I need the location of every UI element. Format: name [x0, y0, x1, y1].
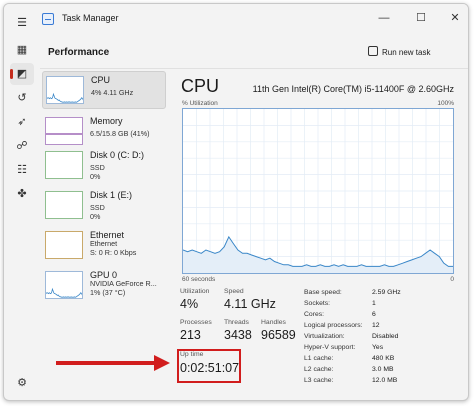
navigation-rail: ☰ ▦ ◩ ↺ ➶ ☍ ☷ ✤ ⚙ — [4, 4, 40, 400]
thumbnail-trace — [47, 92, 83, 103]
settings-icon[interactable]: ⚙ — [10, 372, 34, 394]
performance-icon[interactable]: ◩ — [10, 63, 34, 85]
window-title: Task Manager — [62, 13, 119, 23]
spec-value: Disabled — [372, 333, 399, 340]
utilization-axis-max: 100% — [437, 100, 454, 107]
task-manager-window: Task Manager — ☐ ✕ ☰ ▦ ◩ ↺ ➶ ☍ ☷ ✤ ⚙ Per… — [3, 3, 469, 401]
spec-label: Hyper-V support: — [304, 344, 356, 351]
spec-value: 12 — [372, 322, 380, 329]
task-manager-app-icon — [42, 13, 54, 25]
spec-label: Sockets: — [304, 300, 331, 307]
spec-value: 3.0 MB — [372, 366, 394, 373]
maximize-button[interactable]: ☐ — [406, 8, 436, 28]
resource-name: Memory — [90, 116, 123, 126]
cpu-thumbnail-graph — [46, 76, 84, 104]
resource-item-disk-1[interactable]: Disk 1 (E:) SSD 0% — [42, 187, 166, 225]
resource-item-memory[interactable]: Memory 6.5/15.8 GB (41%) — [42, 113, 166, 151]
annotation-arrow-head — [154, 355, 170, 371]
annotation-arrow-shaft — [56, 361, 156, 365]
minimize-button[interactable]: — — [369, 8, 399, 28]
spec-label: Logical processors: — [304, 322, 363, 329]
spec-value: 480 KB — [372, 355, 395, 362]
cpu-model-name: 11th Gen Intel(R) Core(TM) i5-11400F @ 2… — [252, 84, 454, 94]
resource-detail: Ethernet — [90, 239, 118, 248]
resource-detail: S: 0 R: 0 Kbps — [90, 248, 137, 257]
header-divider — [40, 68, 468, 69]
resource-detail: SSD — [90, 163, 105, 172]
speed-value: 4.11 GHz — [224, 297, 276, 311]
details-icon[interactable]: ☷ — [10, 159, 34, 181]
uptime-highlight-box — [177, 349, 241, 383]
app-history-icon[interactable]: ↺ — [10, 87, 34, 109]
resource-name: Disk 0 (C: D:) — [90, 150, 144, 160]
graph-time-end-label: 0 — [450, 276, 454, 283]
spec-value: Yes — [372, 344, 384, 351]
spec-label: L3 cache: — [304, 377, 334, 384]
graph-time-span-label: 60 seconds — [182, 276, 216, 283]
ethernet-thumbnail-graph — [45, 231, 83, 259]
utilization-axis-label: % Utilization — [182, 100, 218, 107]
spec-label: Cores: — [304, 311, 325, 318]
resource-detail: 0% — [90, 212, 101, 221]
close-button[interactable]: ✕ — [440, 8, 468, 28]
spec-value: 2.59 GHz — [372, 289, 401, 296]
memory-thumbnail-graph — [45, 117, 83, 145]
resource-name: CPU — [91, 75, 111, 85]
disk-0-thumbnail-graph — [45, 151, 83, 179]
cpu-heading: CPU — [181, 76, 220, 96]
spec-label: L1 cache: — [304, 355, 334, 362]
spec-value: 6 — [372, 311, 376, 318]
utilization-label: Utilization — [180, 288, 210, 295]
cpu-utilization-graph — [182, 108, 454, 274]
resource-item-cpu[interactable]: CPU 4% 4.11 GHz — [42, 71, 166, 109]
resource-detail: 1% (37 °C) — [90, 288, 126, 297]
resource-item-gpu-0[interactable]: GPU 0 NVIDIA GeForce R... 1% (37 °C) — [42, 267, 166, 305]
resource-detail: NVIDIA GeForce R... — [90, 279, 157, 288]
spec-label: L2 cache: — [304, 366, 334, 373]
spec-value: 12.0 MB — [372, 377, 398, 384]
resource-detail: 6.5/15.8 GB (41%) — [90, 129, 150, 138]
resource-item-ethernet[interactable]: Ethernet Ethernet S: 0 R: 0 Kbps — [42, 227, 166, 265]
startup-apps-icon[interactable]: ➶ — [10, 111, 34, 133]
resource-detail: SSD — [90, 203, 105, 212]
users-icon[interactable]: ☍ — [10, 135, 34, 157]
spec-label: Base speed: — [304, 289, 342, 296]
handles-value: 96589 — [261, 328, 296, 342]
run-task-icon — [368, 46, 378, 56]
resource-detail: 0% — [90, 172, 101, 181]
run-new-task-label: Run new task — [382, 48, 431, 57]
resource-detail: 4% 4.11 GHz — [91, 88, 134, 97]
resource-item-disk-0[interactable]: Disk 0 (C: D:) SSD 0% — [42, 147, 166, 185]
handles-label: Handles — [261, 319, 286, 326]
page-title: Performance — [48, 47, 110, 58]
cpu-graph-svg — [182, 109, 453, 273]
run-new-task-button[interactable]: Run new task — [368, 45, 430, 61]
processes-label: Processes — [180, 319, 212, 326]
spec-value: 1 — [372, 300, 376, 307]
title-bar: Task Manager — ☐ ✕ — [4, 4, 468, 34]
hamburger-menu-icon[interactable]: ☰ — [10, 12, 34, 34]
utilization-value: 4% — [180, 297, 199, 311]
threads-value: 3438 — [224, 328, 252, 342]
spec-label: Virtualization: — [304, 333, 345, 340]
disk-1-thumbnail-graph — [45, 191, 83, 219]
speed-label: Speed — [224, 288, 244, 295]
processes-icon[interactable]: ▦ — [10, 39, 34, 61]
processes-value: 213 — [180, 328, 201, 342]
thumbnail-trace — [46, 287, 82, 298]
resource-name: Disk 1 (E:) — [90, 190, 133, 200]
gpu-thumbnail-graph — [45, 271, 83, 299]
services-icon[interactable]: ✤ — [10, 183, 34, 205]
threads-label: Threads — [224, 319, 249, 326]
